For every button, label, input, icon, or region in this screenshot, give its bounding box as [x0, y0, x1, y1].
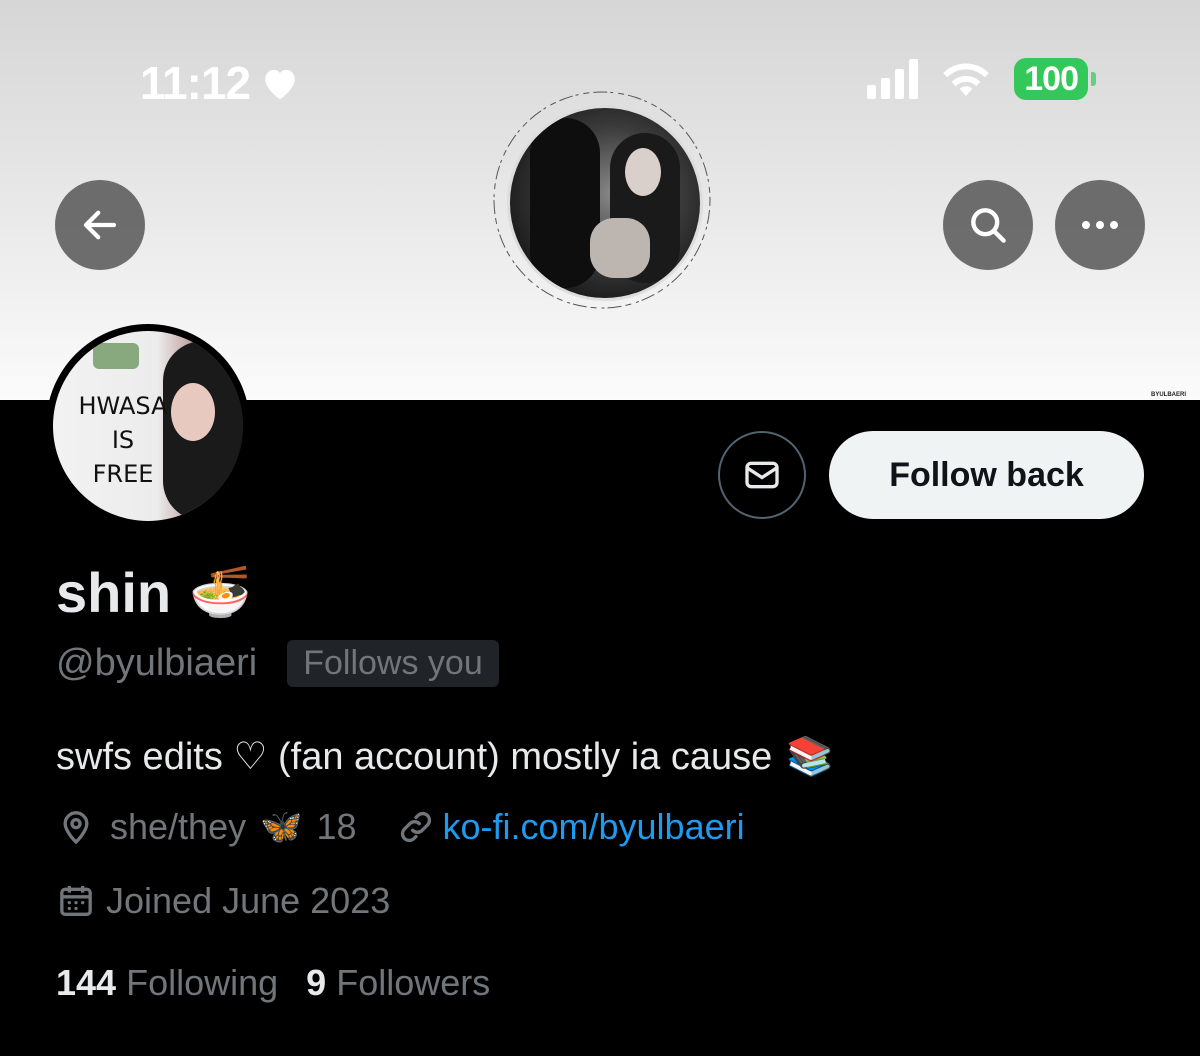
following-count-link[interactable]: 144 Following — [56, 962, 278, 1004]
link-icon — [401, 811, 432, 843]
user-handle: @byulbiaeri — [56, 642, 258, 684]
follow-back-button[interactable]: Follow back — [829, 431, 1144, 519]
battery-indicator: 100 — [1014, 58, 1096, 100]
status-time: 11:12 — [140, 56, 300, 110]
avatar[interactable]: HWASA IS FREE — [46, 324, 250, 528]
banner-credit: BYULBAERI — [1150, 392, 1186, 398]
cellular-signal-icon — [867, 59, 919, 99]
ellipsis-icon — [1082, 221, 1118, 229]
books-emoji: 📚 — [786, 735, 834, 778]
location-text: she/they — [110, 806, 247, 847]
follows-you-badge: Follows you — [287, 640, 499, 687]
avatar-sign-text: HWASA IS FREE — [78, 392, 168, 488]
status-indicators: 100 — [867, 58, 1096, 100]
avatar-green-tape — [93, 343, 139, 369]
banner-photo — [507, 105, 703, 301]
display-name-text: shin — [56, 561, 172, 624]
ramen-emoji: 🍜 — [189, 564, 252, 620]
battery-cap — [1091, 72, 1096, 86]
age-text: 18 — [316, 806, 357, 847]
following-count: 144 — [56, 962, 117, 1003]
follow-counts: 144 Following 9 Followers — [56, 962, 490, 1004]
message-button[interactable] — [718, 431, 806, 519]
followers-count-link[interactable]: 9 Followers — [306, 962, 490, 1004]
website-link[interactable]: ko-fi.com/byulbaeri — [442, 806, 744, 848]
following-label: Following — [126, 962, 279, 1003]
display-name: shin 🍜 — [56, 560, 251, 625]
bio-text: swfs edits ♡ (fan account) mostly ia cau… — [56, 736, 773, 778]
banner-circle-photo — [487, 85, 717, 315]
avatar-image: HWASA IS FREE — [53, 331, 243, 521]
butterfly-emoji: 🦋 — [260, 808, 303, 846]
more-options-button[interactable] — [1055, 180, 1145, 270]
followers-count: 9 — [306, 962, 327, 1003]
battery-level: 100 — [1014, 58, 1088, 100]
heart-icon — [265, 69, 295, 100]
location-pin-icon — [63, 811, 89, 845]
status-time-text: 11:12 — [140, 57, 251, 109]
calendar-icon — [60, 886, 92, 916]
search-icon — [971, 208, 1006, 243]
profile-meta: she/they 🦋 18 ko-fi.com/byulbaeri — [56, 806, 745, 848]
search-button[interactable] — [943, 180, 1033, 270]
handle-row: @byulbiaeri Follows you — [56, 640, 499, 687]
joined-date: Joined June 2023 — [56, 880, 390, 922]
envelope-icon — [745, 461, 779, 489]
back-button[interactable] — [55, 180, 145, 270]
avatar-face — [171, 383, 215, 441]
followers-label: Followers — [336, 962, 491, 1003]
arrow-left-icon — [83, 210, 117, 240]
profile-bio: swfs edits ♡ (fan account) mostly ia cau… — [56, 734, 834, 779]
joined-text: Joined June 2023 — [106, 880, 391, 921]
wifi-icon — [943, 63, 990, 96]
